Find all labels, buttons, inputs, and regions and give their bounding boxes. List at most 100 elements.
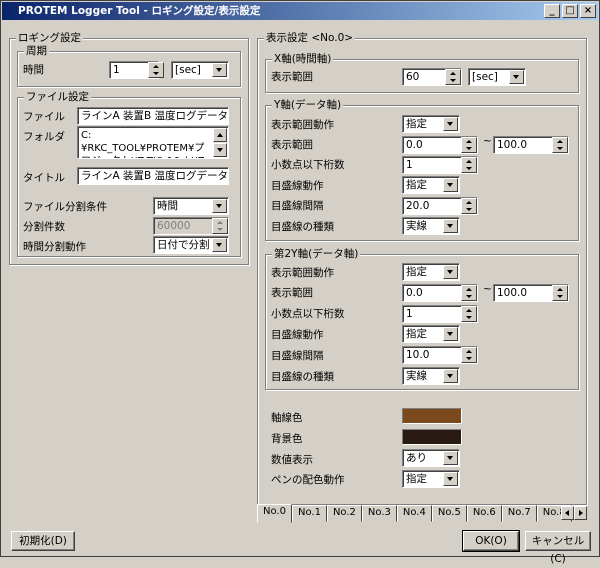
y2-range-mode-select[interactable]: 指定: [402, 263, 460, 281]
tab-scroll: [561, 506, 587, 520]
y-range-mode-label: 表示範囲動作: [271, 119, 334, 131]
chevron-down-icon[interactable]: [443, 117, 458, 131]
split-count-spinner: [212, 218, 228, 234]
bg-color-swatch[interactable]: [402, 429, 462, 445]
y2-grid-interval-label: 目盛線間隔: [271, 350, 324, 362]
y2-range-max-spinner[interactable]: [552, 285, 568, 301]
period-unit-value: [sec]: [175, 64, 201, 76]
y-range-max-spinner[interactable]: [552, 137, 568, 153]
y-decimals-label: 小数点以下桁数: [271, 159, 345, 171]
time-split-label: 時間分割動作: [23, 241, 86, 253]
y2-grid-type-label: 目盛線の種類: [271, 371, 334, 383]
y-axis-title: Y軸(データ軸): [272, 99, 344, 111]
logging-settings-title: ロギング設定: [16, 32, 83, 44]
tab-no2[interactable]: No.2: [326, 505, 362, 522]
period-unit-select[interactable]: [sec]: [171, 61, 229, 79]
split-condition-label: ファイル分割条件: [23, 201, 107, 213]
title-input[interactable]: ラインA 装置B 温度ログデータ: [77, 167, 229, 185]
value-display-value: あり: [406, 452, 427, 464]
chevron-down-icon[interactable]: [212, 199, 227, 213]
folder-scrollbar[interactable]: [213, 128, 227, 157]
x-unit-select[interactable]: [sec]: [468, 68, 526, 86]
maximize-button[interactable]: □: [562, 4, 578, 18]
pen-color-label: ペンの配色動作: [271, 474, 345, 486]
y2-decimals-label: 小数点以下桁数: [271, 308, 345, 320]
chevron-down-icon[interactable]: [443, 327, 458, 341]
y2-grid-mode-value: 指定: [406, 328, 427, 340]
chevron-down-icon[interactable]: [212, 63, 227, 77]
axis-color-swatch[interactable]: [402, 408, 462, 424]
scroll-up-icon[interactable]: [213, 128, 227, 142]
display-settings-title: 表示設定 <No.0>: [264, 32, 356, 44]
y2-grid-interval-spinner[interactable]: [461, 347, 477, 363]
chevron-down-icon[interactable]: [443, 451, 458, 465]
y-grid-interval-label: 目盛線間隔: [271, 200, 324, 212]
split-count-label: 分割件数: [23, 221, 65, 233]
tab-no3[interactable]: No.3: [361, 505, 397, 522]
chevron-down-icon[interactable]: [443, 369, 458, 383]
y-grid-mode-label: 目盛線動作: [271, 180, 324, 192]
period-title: 周期: [24, 45, 49, 57]
tab-no5[interactable]: No.5: [431, 505, 467, 522]
window-title: PROTEM Logger Tool - ロギング設定/表示設定: [18, 5, 261, 17]
y2-range-mode-label: 表示範囲動作: [271, 267, 334, 279]
close-button[interactable]: ×: [580, 4, 596, 18]
main-window: PROTEM Logger Tool - ロギング設定/表示設定 _ □ × ロ…: [0, 0, 600, 565]
y2-grid-mode-select[interactable]: 指定: [402, 325, 460, 343]
folder-label: フォルダ: [23, 131, 65, 143]
y2-decimals-spinner[interactable]: [461, 306, 477, 322]
split-condition-value: 時間: [157, 200, 178, 212]
title-label: タイトル: [23, 172, 65, 184]
x-unit-value: [sec]: [472, 71, 498, 83]
y2-grid-mode-label: 目盛線動作: [271, 329, 324, 341]
value-display-select[interactable]: あり: [402, 449, 460, 467]
chevron-down-icon[interactable]: [212, 238, 227, 252]
file-name-input[interactable]: ラインA 装置B 温度ログデータ: [77, 107, 229, 125]
tab-no4[interactable]: No.4: [396, 505, 432, 522]
time-split-select[interactable]: 日付で分割: [153, 236, 229, 254]
y-grid-mode-select[interactable]: 指定: [402, 176, 460, 194]
y-grid-type-select[interactable]: 実線: [402, 217, 460, 235]
y-range-min-spinner[interactable]: [461, 137, 477, 153]
folder-path-text: C:¥RKC_TOOL¥PROTEM¥プロジェクト¥Z-TIO 16ch¥Z-: [81, 130, 208, 158]
chevron-down-icon[interactable]: [443, 472, 458, 486]
chevron-down-icon[interactable]: [443, 265, 458, 279]
y-grid-interval-spinner[interactable]: [461, 198, 477, 214]
folder-path-textarea[interactable]: C:¥RKC_TOOL¥PROTEM¥プロジェクト¥Z-TIO 16ch¥Z-: [77, 126, 229, 159]
y-grid-type-value: 実線: [406, 220, 427, 232]
y-range-tilde: ~: [483, 135, 492, 147]
tab-no7[interactable]: No.7: [501, 505, 537, 522]
y-range-label: 表示範囲: [271, 139, 313, 151]
cancel-button[interactable]: キャンセル(C): [525, 531, 591, 565]
scroll-down-icon[interactable]: [213, 143, 227, 157]
split-condition-select[interactable]: 時間: [153, 197, 229, 215]
y2-grid-type-select[interactable]: 実線: [402, 367, 460, 385]
chevron-down-icon[interactable]: [509, 70, 524, 84]
chevron-down-icon[interactable]: [443, 219, 458, 233]
file-settings-title: ファイル設定: [24, 91, 91, 103]
tab-no6[interactable]: No.6: [466, 505, 502, 522]
period-time-spinner[interactable]: [148, 62, 164, 78]
y2-range-min-spinner[interactable]: [461, 285, 477, 301]
x-range-spinner[interactable]: [445, 69, 461, 85]
ok-button[interactable]: OK(O): [462, 530, 520, 552]
y-range-mode-value: 指定: [406, 118, 427, 130]
tab-no0[interactable]: No.0: [257, 504, 292, 523]
x-axis-title: X軸(時間軸): [272, 53, 334, 65]
chevron-right-icon[interactable]: [574, 506, 587, 520]
chevron-down-icon[interactable]: [443, 178, 458, 192]
tab-strip: No.0 No.1 No.2 No.3 No.4 No.5 No.6 No.7 …: [257, 504, 572, 523]
y-range-mode-select[interactable]: 指定: [402, 115, 460, 133]
value-display-label: 数値表示: [271, 454, 313, 466]
y-decimals-spinner[interactable]: [461, 157, 477, 173]
title-bar: PROTEM Logger Tool - ロギング設定/表示設定 _ □ ×: [2, 2, 598, 20]
initialize-button[interactable]: 初期化(D): [11, 531, 75, 551]
y-grid-type-label: 目盛線の種類: [271, 221, 334, 233]
bg-color-label: 背景色: [271, 433, 303, 445]
tab-no1[interactable]: No.1: [291, 505, 327, 522]
x-range-label: 表示範囲: [271, 71, 313, 83]
chevron-left-icon[interactable]: [561, 506, 574, 520]
minimize-button[interactable]: _: [544, 4, 560, 18]
pen-color-select[interactable]: 指定: [402, 470, 460, 488]
axis-color-label: 軸線色: [271, 412, 303, 424]
